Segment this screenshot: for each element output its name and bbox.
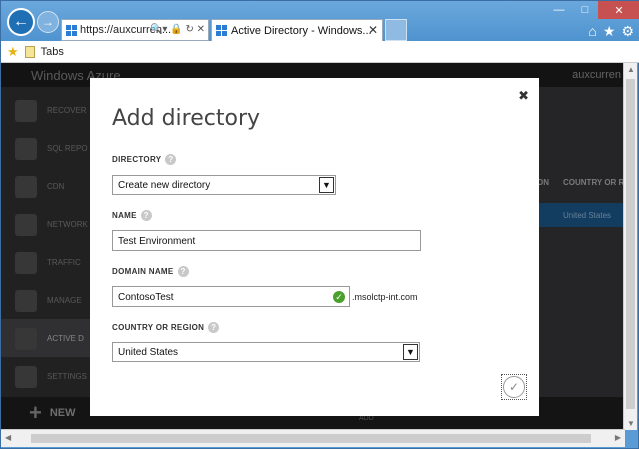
windows-logo-icon [66, 24, 77, 36]
back-arrow-icon: ← [13, 13, 29, 30]
chevron-down-icon[interactable]: ▼ [319, 177, 334, 193]
help-icon[interactable]: ? [208, 322, 220, 333]
address-icons: 🔍▾ 🔒 ↻ ✕ [149, 24, 205, 35]
close-window-button[interactable]: ✕ [598, 1, 639, 19]
directory-label-text: DIRECTORY [112, 155, 162, 164]
horizontal-scrollbar[interactable]: ◀ ▶ [1, 429, 625, 447]
back-button[interactable]: ← [7, 8, 35, 36]
window-controls: — □ ✕ [546, 1, 639, 19]
browser-window: ← → https://auxcurren... 🔍▾ 🔒 ↻ ✕ Active… [0, 0, 639, 449]
name-input[interactable]: Test Environment [112, 230, 421, 251]
vertical-scrollbar[interactable]: ▲ ▼ [623, 63, 637, 430]
gear-icon[interactable]: ⚙ [621, 23, 634, 40]
tab-close-icon[interactable]: ✕ [368, 23, 378, 37]
vertical-scroll-thumb[interactable] [626, 79, 635, 409]
help-icon[interactable]: ? [177, 266, 189, 277]
add-directory-dialog: ✖ Add directory DIRECTORY ? Create new d… [90, 78, 539, 416]
favorites-bar: ★ Tabs [1, 41, 639, 63]
name-input-value: Test Environment [118, 236, 196, 247]
browser-toolbar-icons: ⌂ ★ ⚙ [588, 23, 634, 40]
add-favorite-icon[interactable]: ★ [7, 44, 19, 60]
new-tab-button[interactable] [385, 19, 407, 41]
checkmark-icon: ✓ [333, 291, 345, 303]
forward-button[interactable]: → [37, 11, 59, 33]
chevron-down-icon[interactable]: ▼ [403, 344, 418, 360]
dialog-title: Add directory [112, 106, 261, 131]
domain-name-label: DOMAIN NAME ? [112, 266, 189, 277]
favorites-folder-icon [24, 45, 35, 58]
directory-select[interactable]: Create new directory ▼ [112, 175, 336, 195]
domain-name-label-text: DOMAIN NAME [112, 267, 174, 276]
maximize-button[interactable]: □ [572, 1, 598, 19]
scroll-up-icon[interactable]: ▲ [627, 65, 635, 74]
name-label-text: NAME [112, 211, 137, 220]
country-select[interactable]: United States ▼ [112, 342, 420, 362]
home-icon[interactable]: ⌂ [588, 23, 596, 40]
tab-title: Active Directory - Windows... [231, 24, 372, 37]
forward-arrow-icon: → [42, 15, 54, 29]
checkmark-circle-icon: ✓ [503, 376, 525, 398]
country-select-value: United States [118, 347, 179, 358]
complete-button[interactable]: ✓ [501, 374, 527, 400]
scroll-right-icon[interactable]: ▶ [615, 433, 621, 442]
horizontal-scroll-thumb[interactable] [31, 434, 591, 443]
country-label-text: COUNTRY OR REGION [112, 323, 205, 332]
name-label: NAME ? [112, 210, 152, 221]
minimize-button[interactable]: — [546, 1, 572, 19]
scroll-down-icon[interactable]: ▼ [627, 419, 635, 428]
tab-windows-icon [216, 25, 227, 36]
directory-select-value: Create new directory [118, 180, 211, 191]
domain-name-input-value: ContosoTest [118, 292, 174, 303]
help-icon[interactable]: ? [140, 210, 152, 221]
country-label: COUNTRY OR REGION ? [112, 322, 220, 333]
tab-active-directory[interactable]: Active Directory - Windows... ✕ [211, 19, 383, 41]
scroll-left-icon[interactable]: ◀ [5, 433, 11, 442]
address-bar[interactable]: https://auxcurren... 🔍▾ 🔒 ↻ ✕ [61, 19, 209, 41]
favorites-tabs-link[interactable]: Tabs [41, 46, 64, 58]
help-icon[interactable]: ? [165, 154, 177, 165]
browser-titlebar: ← → https://auxcurren... 🔍▾ 🔒 ↻ ✕ Active… [1, 1, 639, 41]
domain-suffix: .msolctp-int.com [352, 292, 418, 302]
directory-label: DIRECTORY ? [112, 154, 177, 165]
close-icon[interactable]: ✖ [518, 88, 529, 104]
favorites-star-icon[interactable]: ★ [603, 23, 616, 40]
domain-name-input[interactable]: ContosoTest ✓ [112, 286, 350, 307]
